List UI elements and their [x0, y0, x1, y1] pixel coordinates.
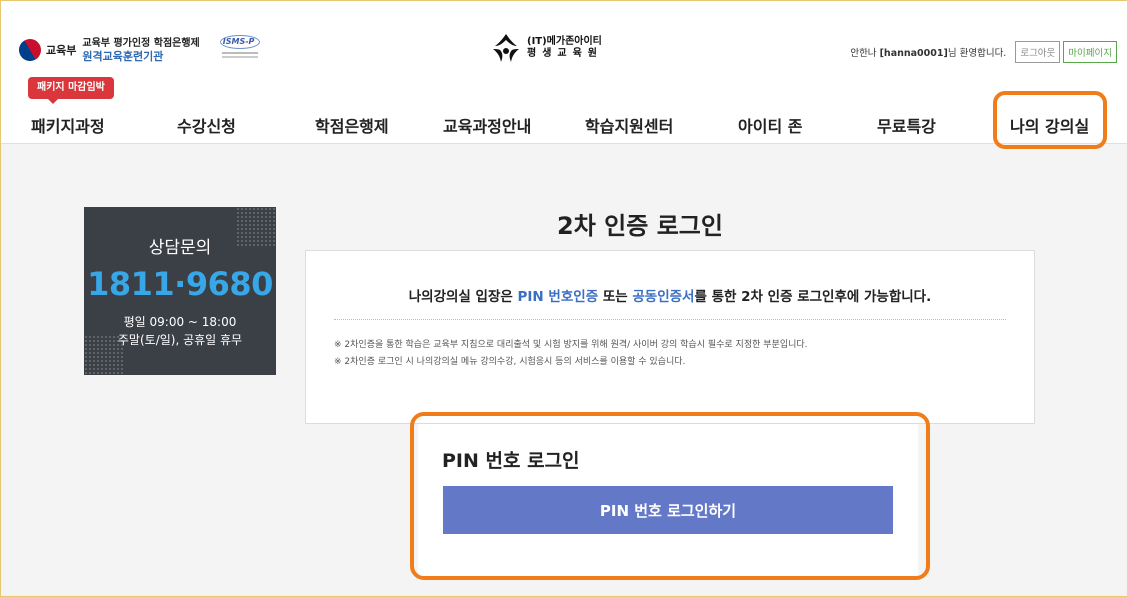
nav-item-it-zone[interactable]: 아이티 존: [738, 113, 802, 137]
consult-weekday-hours: 평일 09:00 ~ 18:00: [123, 315, 237, 329]
pin-auth-text: PIN 번호인증: [517, 289, 599, 305]
auth-info-box: 나의강의실 입장은 PIN 번호인증 또는 공동인증서를 통한 2차 인증 로그…: [305, 250, 1035, 424]
main-nav: 패키지과정 수강신청 학점은행제 교육과정안내 학습지원센터 아이티 존 무료특…: [1, 103, 1127, 143]
logout-button[interactable]: 로그아웃: [1015, 41, 1061, 63]
auth-note-1: ※ 2차인증을 통한 학습은 교육부 지침으로 대리출석 및 시험 방지를 위해…: [334, 340, 808, 350]
deadline-badge: 패키지 마감임박: [28, 77, 114, 104]
brand-name: (IT)메가존아이티: [527, 36, 602, 47]
mypage-button[interactable]: 마이페이지: [1063, 41, 1117, 63]
user-area: 안한나 [hanna0001]님 환영합니다. 로그아웃 마이페이지: [850, 41, 1117, 63]
nav-item-free-lecture[interactable]: 무료특강: [877, 113, 936, 137]
nav-item-enroll[interactable]: 수강신청: [177, 113, 236, 137]
my-classroom-highlight: [993, 91, 1107, 149]
nav-item-credit-bank[interactable]: 학점은행제: [315, 113, 389, 137]
pin-login-button[interactable]: PIN 번호 로그인하기: [443, 486, 893, 534]
pin-login-title: PIN 번호 로그인: [442, 450, 580, 472]
institution-line1: 교육부 평가인정 학점은행제: [82, 37, 200, 49]
username: [hanna0001]: [879, 48, 948, 59]
moe-emblem-icon: [14, 34, 46, 66]
institution-line2: 원격교육훈련기관: [82, 49, 164, 63]
brand-subtitle: 평생교육원: [527, 48, 603, 59]
certificate-text: 공동인증서: [632, 289, 695, 305]
consult-phone: 1811·9680: [87, 265, 273, 303]
moe-label: 교육부: [46, 44, 77, 57]
consult-weekend: 주말(토/일), 공휴일 휴무: [117, 333, 243, 347]
nav-item-learning-support[interactable]: 학습지원센터: [585, 113, 673, 137]
institution-logo[interactable]: 교육부 교육부 평가인정 학점은행제 원격교육훈련기관 ISMS-P: [14, 34, 262, 66]
isms-label: ISMS-P: [222, 37, 255, 46]
brand-logo[interactable]: (IT)메가존아이티 평생교육원: [489, 32, 603, 64]
nav-item-course-guide[interactable]: 교육과정안내: [443, 113, 531, 137]
site-header: 교육부 교육부 평가인정 학점은행제 원격교육훈련기관 ISMS-P (IT)메…: [1, 1, 1127, 144]
welcome-message: 안한나 [hanna0001]님 환영합니다.: [850, 48, 1007, 59]
divider: [334, 319, 1006, 320]
consult-box: 상담문의 1811·9680 평일 09:00 ~ 18:00 주말(토/일),…: [84, 207, 276, 375]
institution-name: 교육부 평가인정 학점은행제 원격교육훈련기관: [82, 38, 199, 63]
isms-p-logo: ISMS-P: [218, 35, 262, 65]
auth-info-message: 나의강의실 입장은 PIN 번호인증 또는 공동인증서를 통한 2차 인증 로그…: [408, 289, 932, 305]
consult-title: 상담문의: [148, 238, 212, 258]
auth-note-2: ※ 2차인증 로그인 시 나의강의실 메뉴 강의수강, 시험응시 등의 서비스를…: [334, 357, 686, 367]
brand-mark-icon: [493, 34, 519, 62]
page-title: 2차 인증 로그인: [557, 212, 723, 240]
nav-item-package[interactable]: 패키지과정: [31, 113, 105, 137]
